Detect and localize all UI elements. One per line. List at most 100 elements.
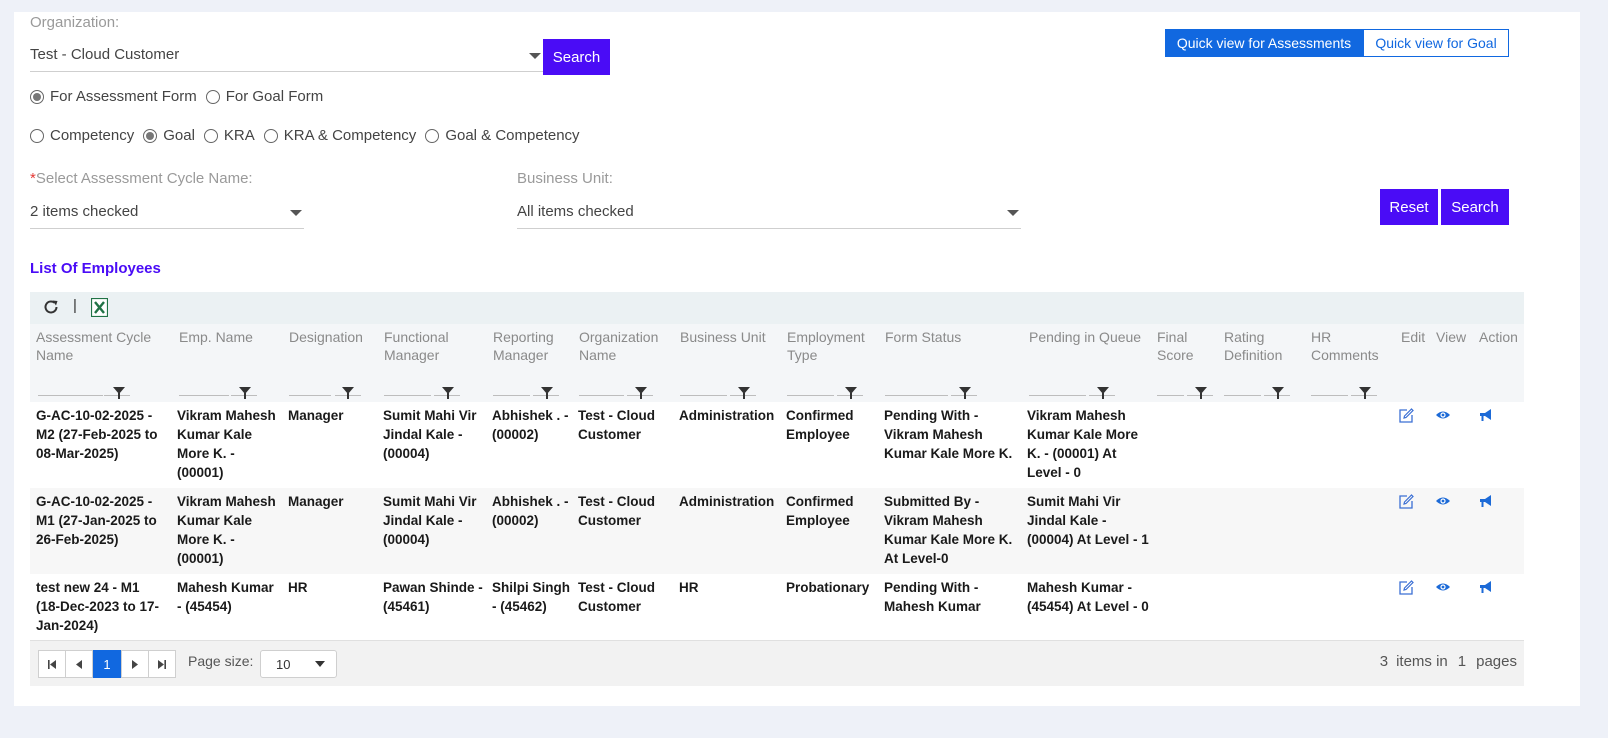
column-filter[interactable] xyxy=(787,378,863,399)
filter-icon[interactable] xyxy=(541,387,553,399)
quick-view-goal-button[interactable]: Quick view for Goal xyxy=(1363,29,1509,57)
table-row[interactable]: G-AC-10-02-2025 - M1 (27-Jan-2025 to 26-… xyxy=(30,488,1524,574)
radio-competency[interactable]: Competency xyxy=(30,127,134,144)
view-icon[interactable] xyxy=(1435,408,1453,424)
view-icon[interactable] xyxy=(1435,580,1453,596)
radio-button[interactable] xyxy=(203,128,218,143)
business-unit-dropdown[interactable]: All items checked xyxy=(517,199,1021,229)
radio-button[interactable] xyxy=(205,89,220,104)
column-filter[interactable] xyxy=(680,378,756,399)
last-page-icon[interactable] xyxy=(148,650,176,678)
radio-goal-form[interactable]: For Goal Form xyxy=(205,88,323,105)
column-header[interactable]: Emp. Name xyxy=(179,328,279,346)
cell-emp-name: Mahesh Kumar - (45454) xyxy=(177,580,274,614)
action-icon[interactable] xyxy=(1478,580,1496,596)
refresh-icon[interactable] xyxy=(42,298,60,321)
cell-cycle: G-AC-10-02-2025 - M2 (27-Feb-2025 to 08-… xyxy=(36,408,158,461)
cell-pending-queue: Vikram Mahesh Kumar Kale More K. - (0000… xyxy=(1027,408,1139,480)
quick-view-assessments-button[interactable]: Quick view for Assessments xyxy=(1165,29,1363,57)
filter-icon[interactable] xyxy=(1097,387,1109,399)
column-filter[interactable] xyxy=(38,378,130,399)
filter-icon[interactable] xyxy=(342,387,354,399)
action-icon[interactable] xyxy=(1478,494,1496,510)
excel-icon[interactable] xyxy=(90,297,109,322)
cell-emp-name: Vikram Mahesh Kumar Kale More K. - (0000… xyxy=(177,408,276,480)
radio-label: Goal xyxy=(163,127,195,144)
column-header[interactable]: Business Unit xyxy=(680,328,780,346)
organization-dropdown[interactable]: Test - Cloud Customer xyxy=(30,42,543,72)
column-header: View xyxy=(1436,329,1467,345)
cell-reporting-manager: Abhishek . - (00002) xyxy=(492,494,569,528)
column-header[interactable]: Designation xyxy=(289,328,379,346)
action-icon[interactable] xyxy=(1478,408,1496,424)
organization-search-button[interactable]: Search xyxy=(543,39,610,75)
filter-icon[interactable] xyxy=(738,387,750,399)
radio-goal-competency[interactable]: Goal & Competency xyxy=(425,127,580,144)
column-filter[interactable] xyxy=(1157,378,1213,399)
cell-business-unit: HR xyxy=(679,580,699,595)
column-filter[interactable] xyxy=(885,378,977,399)
radio-button[interactable] xyxy=(263,128,278,143)
filter-icon[interactable] xyxy=(442,387,454,399)
prev-page-icon[interactable] xyxy=(65,650,93,678)
assessment-cycle-dropdown[interactable]: 2 items checked xyxy=(30,199,304,229)
column-filter[interactable] xyxy=(493,378,559,399)
caret-down-icon xyxy=(1007,210,1019,216)
column-filter[interactable] xyxy=(179,378,257,399)
search-button[interactable]: Search xyxy=(1441,189,1509,225)
radio-label: For Assessment Form xyxy=(50,88,197,105)
filter-icon[interactable] xyxy=(1359,387,1371,399)
column-filter[interactable] xyxy=(1224,378,1290,399)
radio-button[interactable] xyxy=(143,128,158,143)
cell-reporting-manager: Abhishek . - (00002) xyxy=(492,408,569,442)
column-header[interactable]: Employment Type xyxy=(787,328,872,364)
column-header[interactable]: Final Score xyxy=(1157,328,1207,364)
filter-icon[interactable] xyxy=(635,387,647,399)
first-page-icon[interactable] xyxy=(38,650,66,678)
cell-form-status: Pending With - Mahesh Kumar xyxy=(884,580,981,614)
radio-goal[interactable]: Goal xyxy=(143,127,195,144)
column-filter[interactable] xyxy=(289,378,361,399)
radio-button[interactable] xyxy=(30,128,44,143)
page-number-button[interactable]: 1 xyxy=(93,650,121,678)
filter-icon[interactable] xyxy=(845,387,857,399)
column-filter[interactable] xyxy=(579,378,653,399)
column-header[interactable]: Pending in Queue xyxy=(1029,328,1149,346)
column-filter[interactable] xyxy=(1029,378,1115,399)
cell-pending-queue: Sumit Mahi Vir Jindal Kale - (00004) At … xyxy=(1027,494,1149,547)
column-header[interactable]: Functional Manager xyxy=(384,328,474,364)
column-header[interactable]: Organization Name xyxy=(579,328,669,364)
filter-icon[interactable] xyxy=(959,387,971,399)
filter-icon[interactable] xyxy=(113,387,125,399)
caret-down-icon xyxy=(315,661,325,667)
page-size-select[interactable]: 10 xyxy=(260,650,337,678)
cell-organization: Test - Cloud Customer xyxy=(578,580,655,614)
column-header[interactable]: Rating Definition xyxy=(1224,328,1299,364)
radio-button[interactable] xyxy=(425,128,440,143)
edit-icon[interactable] xyxy=(1398,494,1416,510)
column-header[interactable]: HR Comments xyxy=(1311,328,1386,364)
business-unit-label: Business Unit: xyxy=(517,170,613,187)
radio-kra[interactable]: KRA xyxy=(203,127,255,144)
filter-icon[interactable] xyxy=(1272,387,1284,399)
filter-icon[interactable] xyxy=(239,387,251,399)
column-filter[interactable] xyxy=(1311,378,1377,399)
reset-button[interactable]: Reset xyxy=(1380,189,1438,225)
column-header[interactable]: Assessment Cycle Name xyxy=(36,328,166,364)
edit-icon[interactable] xyxy=(1398,408,1416,424)
radio-button[interactable] xyxy=(30,89,44,104)
edit-icon[interactable] xyxy=(1398,580,1416,596)
filter-icon[interactable] xyxy=(1195,387,1207,399)
table-row[interactable]: test new 24 - M1 (18-Dec-2023 to 17-Jan-… xyxy=(30,574,1524,640)
radio-label: KRA xyxy=(223,127,255,144)
total-pages: 1 xyxy=(1457,653,1467,670)
column-header[interactable]: Reporting Manager xyxy=(493,328,573,364)
next-page-icon[interactable] xyxy=(121,650,149,678)
column-filter[interactable] xyxy=(384,378,460,399)
view-icon[interactable] xyxy=(1435,494,1453,510)
column-header[interactable]: Form Status xyxy=(885,328,1015,346)
table-row[interactable]: G-AC-10-02-2025 - M2 (27-Feb-2025 to 08-… xyxy=(30,402,1524,488)
radio-kra-competency[interactable]: KRA & Competency xyxy=(263,127,416,144)
radio-assessment-form[interactable]: For Assessment Form xyxy=(30,88,197,105)
cell-designation: Manager xyxy=(288,408,344,423)
